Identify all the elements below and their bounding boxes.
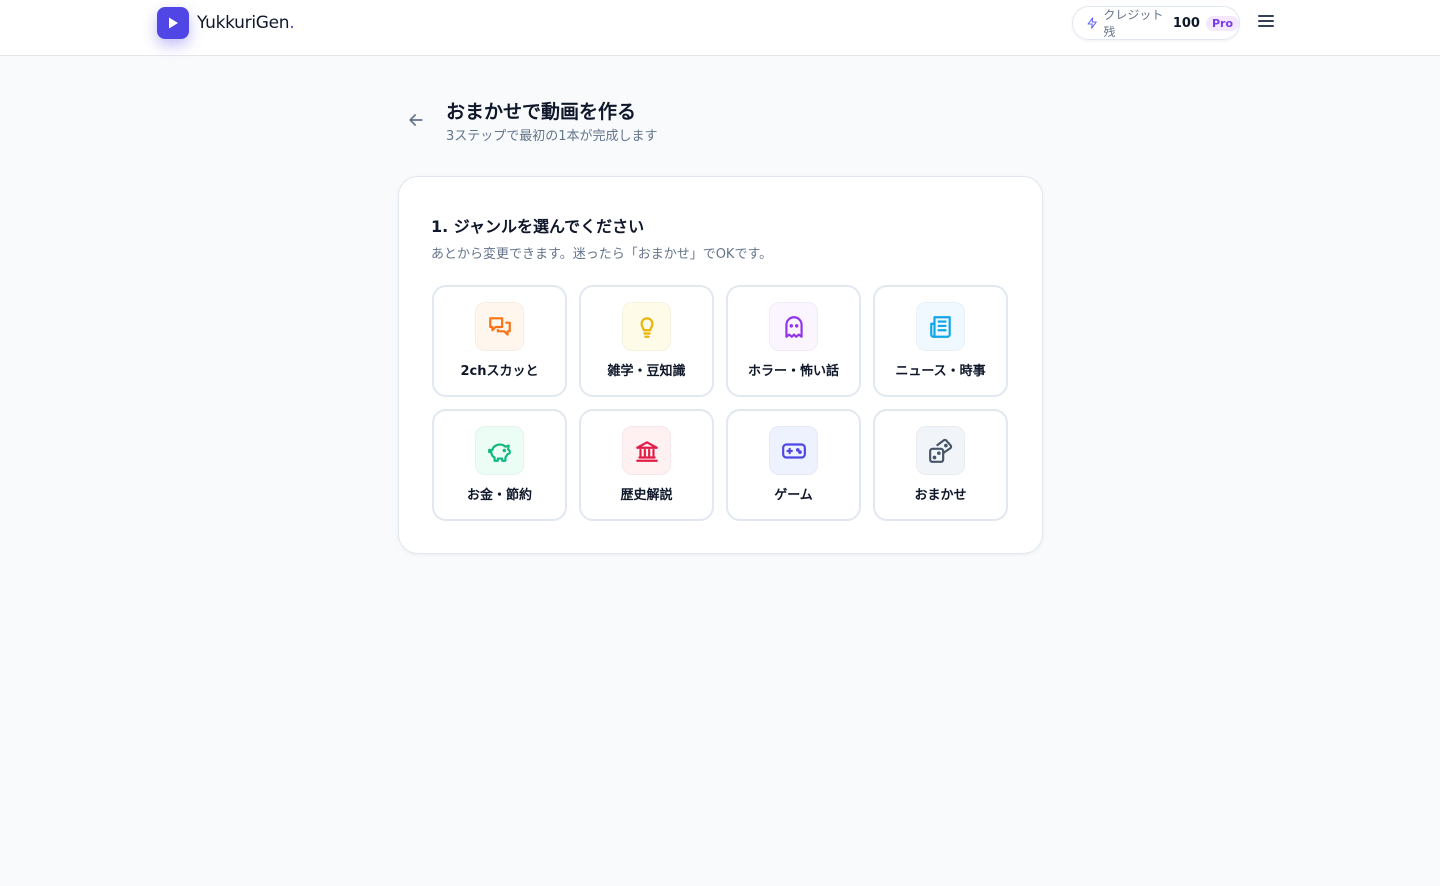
genre-option-news[interactable]: ニュース・時事: [873, 285, 1008, 397]
genre-option-horror[interactable]: ホラー・怖い話: [726, 285, 861, 397]
genre-option-2ch[interactable]: 2chスカッと: [432, 285, 567, 397]
lightbulb-icon: [622, 302, 671, 351]
genre-label: 歴史解説: [620, 488, 673, 503]
step-hint: あとから変更できます。迷ったら「おまかせ」でOKです。: [431, 247, 773, 262]
brand-name: YukkuriGen.: [197, 13, 295, 33]
play-logo-icon: [157, 7, 189, 39]
genre-label: おまかせ: [914, 488, 967, 503]
genre-label: お金・節約: [466, 488, 532, 503]
genre-selection-card: 1. ジャンルを選んでください あとから変更できます。迷ったら「おまかせ」でOK…: [398, 176, 1043, 554]
piggy-bank-icon: [475, 426, 524, 475]
credit-value: 100: [1172, 15, 1200, 31]
gamepad-icon: [769, 426, 818, 475]
chat-bubbles-icon: [475, 302, 524, 351]
genre-option-random[interactable]: おまかせ: [873, 409, 1008, 521]
genre-label: ホラー・怖い話: [747, 364, 839, 379]
newspaper-icon: [916, 302, 965, 351]
arrow-left-icon[interactable]: [406, 110, 426, 130]
genre-label: ゲーム: [774, 488, 813, 503]
lightning-icon: [1087, 17, 1097, 29]
genre-option-game[interactable]: ゲーム: [726, 409, 861, 521]
genre-option-trivia[interactable]: 雑学・豆知識: [579, 285, 714, 397]
page-title: おまかせで動画を作る: [446, 101, 637, 123]
credit-label: クレジット残: [1103, 8, 1164, 39]
genre-label: ニュース・時事: [895, 364, 986, 379]
step-title: 1. ジャンルを選んでください: [431, 217, 645, 236]
genre-option-history[interactable]: 歴史解説: [579, 409, 714, 521]
plan-badge: Pro: [1205, 15, 1239, 31]
ghost-icon: [769, 302, 818, 351]
credit-balance-pill[interactable]: クレジット残 100 Pro: [1072, 6, 1240, 40]
brand[interactable]: YukkuriGen.: [157, 7, 295, 39]
genre-label: 2chスカッと: [460, 364, 539, 379]
genre-label: 雑学・豆知識: [607, 364, 686, 379]
genre-option-money[interactable]: お金・節約: [432, 409, 567, 521]
landmark-icon: [622, 426, 671, 475]
top-header: YukkuriGen. クレジット残 100 Pro: [0, 0, 1440, 56]
hamburger-menu-icon[interactable]: [1256, 13, 1276, 33]
page-subtitle: 3ステップで最初の1本が完成します: [446, 129, 658, 144]
dice-icon: [916, 426, 965, 475]
